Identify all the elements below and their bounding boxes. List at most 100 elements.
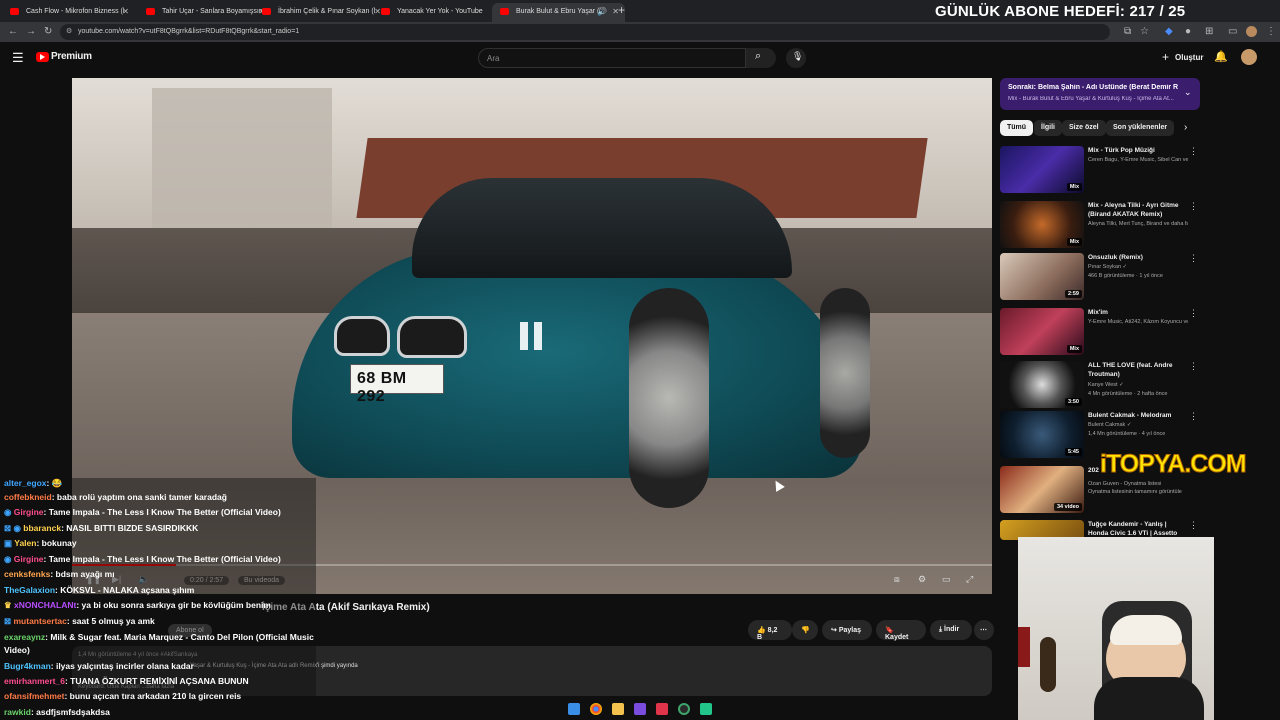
chrome-icon[interactable] [590, 703, 602, 715]
recommendation-item[interactable]: 2:59 Onsuzluk (Remix) Pınar Soykan ✓ 466… [1000, 253, 1200, 303]
chat-username: Bugr4kman [4, 661, 51, 671]
chat-message: ⊠ mutantsertac: saat 5 olmuş ya amk [4, 616, 155, 627]
search-button[interactable]: ⌕ [746, 48, 776, 68]
share-button[interactable]: ↪ Paylaş [822, 620, 872, 640]
recommendation-channel: Bulent Cakmak ✓ [1088, 422, 1132, 428]
recommendation-title[interactable]: Mix - Türk Pop Müziği [1088, 146, 1188, 155]
windows-start-icon[interactable] [568, 703, 580, 715]
create-plus-icon[interactable]: + [1162, 50, 1169, 64]
audio-playing-icon[interactable]: 🔊 [597, 7, 607, 16]
voice-search-button[interactable]: 🎙 [786, 48, 806, 68]
more-options-icon[interactable]: ⋮ [1189, 520, 1198, 531]
forward-icon[interactable]: → [26, 26, 36, 37]
more-options-icon[interactable]: ⋮ [1189, 253, 1198, 264]
recommendation-item[interactable]: Mix Mix - Aleyna Tilki - Ayrı Gitme (Bir… [1000, 201, 1200, 251]
chat-username: xNONCHALANt [13, 600, 77, 610]
recommendation-title[interactable]: Bulent Cakmak - Melodram [1088, 411, 1188, 420]
chat-text: : ya bi oku sonra sarkıya gir be kövlüğü… [76, 600, 271, 610]
new-tab-icon[interactable]: + [618, 3, 625, 17]
extensions-puzzle-icon[interactable]: ⊞ [1205, 26, 1213, 37]
more-actions-button[interactable]: ⋯ [974, 620, 994, 640]
youtube-favicon-icon [146, 8, 155, 15]
address-bar[interactable]: ⚙ youtube.com/watch?v=utF8tQBgrrk&list=R… [60, 24, 1110, 40]
recommendation-item[interactable]: Mix Mix - Türk Pop Müziği Ceren Bagu, Y-… [1000, 146, 1200, 196]
bookmark-star-icon[interactable]: ☆ [1140, 26, 1149, 37]
dislike-button[interactable]: 👎 [792, 620, 818, 640]
account-avatar[interactable] [1241, 49, 1257, 65]
more-options-icon[interactable]: ⋮ [1189, 361, 1198, 372]
more-options-icon[interactable]: ⋮ [1189, 308, 1198, 319]
extension-icon[interactable]: ◆ [1165, 26, 1173, 37]
search-input[interactable]: Ara [478, 48, 746, 68]
recommendation-thumbnail[interactable]: Mix [1000, 146, 1084, 193]
browser-tab[interactable]: Tahir Uçar - Sanlara Boyamışsın✕ [138, 3, 271, 22]
view-full-playlist-link[interactable]: Oynatma listesinin tamamını görüntüle [1088, 488, 1188, 496]
recommendation-thumbnail[interactable]: 5:45 [1000, 411, 1084, 458]
recommendation-title[interactable]: Mix'im [1088, 308, 1188, 317]
like-button[interactable]: 👍 8,2 B [748, 620, 792, 641]
browser-tab-active[interactable]: Burak Bulut & Ebru Yaşar (l 🔊 ✕ [492, 3, 625, 22]
create-button[interactable]: Oluştur [1175, 53, 1203, 62]
download-button[interactable]: ⤓ İndir [930, 620, 972, 640]
recommendation-item[interactable]: 3:50 ALL THE LOVE (feat. Andre Troutman)… [1000, 361, 1200, 411]
app-close-icon[interactable] [656, 703, 668, 715]
browser-tab[interactable]: İbrahim Çelik & Pınar Soykan (l ✕ [254, 3, 387, 22]
chat-message: coffebkneid: baba rolü yaptım ona sanki … [4, 492, 227, 503]
chip-for-you[interactable]: Size özel [1062, 120, 1106, 136]
chat-message: ⊠ ◉ bbaranck: NASIL BITTI BIZDE SASIRDIK… [4, 523, 198, 534]
miniplayer-icon[interactable]: ▭ [942, 574, 951, 585]
browser-menu-icon[interactable]: ⋮ [1266, 26, 1276, 37]
site-info-icon[interactable]: ⚙ [66, 27, 72, 35]
chat-username: exareaynz [4, 632, 46, 642]
chip-related[interactable]: İlgili [1034, 120, 1062, 136]
back-icon[interactable]: ← [8, 26, 18, 37]
chat-text: : bokunay [36, 538, 77, 548]
more-options-icon[interactable]: ⋮ [1189, 201, 1198, 212]
recommendation-title[interactable]: Onsuzluk (Remix) [1088, 253, 1188, 262]
chat-message: Video) [4, 645, 30, 656]
recommendation-thumbnail[interactable]: 3:50 [1000, 361, 1084, 408]
hamburger-menu-icon[interactable]: ☰ [12, 50, 24, 66]
install-icon[interactable]: ⧉ [1124, 26, 1131, 37]
recommendation-title[interactable]: Mix - Aleyna Tilki - Ayrı Gitme (Birand … [1088, 201, 1188, 219]
more-options-icon[interactable]: ⋮ [1189, 146, 1198, 157]
youtube-favicon-icon [10, 8, 19, 15]
save-button[interactable]: 🔖 Kaydet [876, 620, 926, 641]
app-icon[interactable] [700, 703, 712, 715]
recommendation-thumbnail[interactable]: Mix [1000, 308, 1084, 355]
notifications-bell-icon[interactable]: 🔔 [1214, 50, 1228, 63]
fullscreen-icon[interactable]: ⤢ [966, 574, 973, 585]
recommendation-thumbnail[interactable]: 2:59 [1000, 253, 1084, 300]
file-explorer-icon[interactable] [612, 703, 624, 715]
extension-icon[interactable]: ● [1185, 26, 1191, 37]
youtube-premium-logo[interactable]: Premium [51, 51, 92, 62]
recommendation-title[interactable]: ALL THE LOVE (feat. Andre Troutman) [1088, 361, 1188, 379]
recommendation-thumbnail[interactable]: 34 video [1000, 466, 1084, 513]
reload-icon[interactable]: ↻ [44, 26, 52, 37]
recommendation-thumbnail[interactable]: Mix [1000, 201, 1084, 248]
video-car-wheel-rear [820, 288, 870, 458]
subtitles-icon[interactable]: ⧈ [894, 574, 900, 585]
chip-all[interactable]: Tümü [1000, 120, 1034, 136]
profile-avatar[interactable] [1246, 26, 1257, 37]
chevron-right-icon[interactable]: › [1184, 122, 1187, 133]
more-options-icon[interactable]: ⋮ [1189, 411, 1198, 422]
settings-gear-icon[interactable]: ⚙ [918, 574, 926, 585]
chip-recently-uploaded[interactable]: Son yüklenenler [1106, 120, 1175, 136]
app-icon[interactable] [634, 703, 646, 715]
chevron-down-icon[interactable]: ⌄ [1184, 87, 1192, 98]
sidebar-toggle-icon[interactable]: ▭ [1228, 26, 1237, 37]
recommendation-title[interactable]: Tuğçe Kandemir - Yanlış | Honda Civic 1.… [1088, 520, 1188, 538]
recommendation-channel: Ozan Guven - Oynatma listesi [1088, 481, 1162, 487]
save-label: Kaydet [885, 634, 909, 641]
close-tab-icon[interactable]: ✕ [122, 7, 129, 16]
tab-label: İbrahim Çelik & Pınar Soykan (l [278, 8, 376, 15]
pause-icon[interactable] [520, 322, 528, 350]
obs-icon[interactable] [678, 703, 690, 715]
browser-tab[interactable]: Yanacak Yer Yok - YouTube✕ [373, 3, 506, 22]
browser-tab[interactable]: Cash Flow - Mikrofon Bizness (l ✕ [2, 3, 135, 22]
up-next-queue[interactable]: Sonraki: Belma Şahin - Adı Üstünde (Bera… [1000, 78, 1200, 110]
recommendation-item[interactable]: Mix Mix'im Y-Emre Music, Ati242, Kâzım K… [1000, 308, 1200, 358]
chat-badge-icon: ▣ [4, 538, 15, 548]
playlist-count-badge: 34 video [1053, 503, 1082, 511]
